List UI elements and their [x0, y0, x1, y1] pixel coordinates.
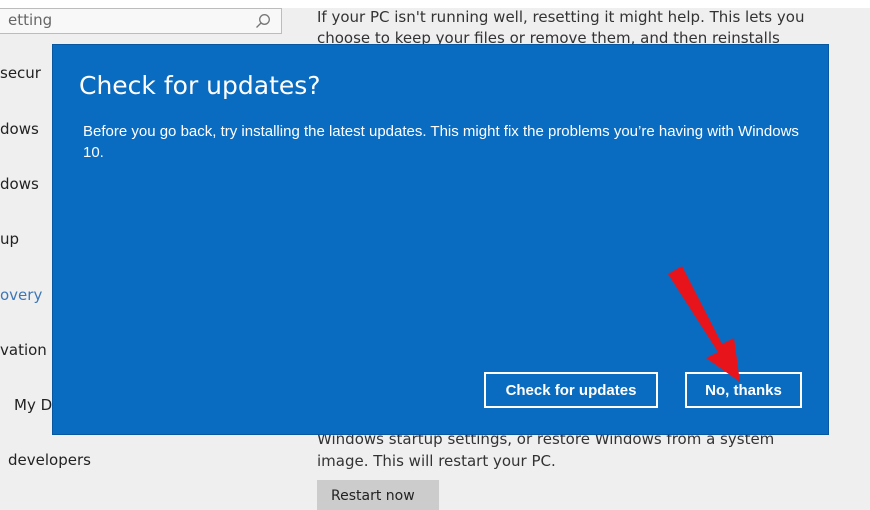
window-top-edge [0, 0, 870, 8]
startup-description-line: image. This will restart your PC. [317, 452, 556, 470]
sidebar-item-label: vation [0, 341, 47, 359]
restart-now-button[interactable]: Restart now [317, 480, 439, 510]
search-icon[interactable] [255, 13, 271, 29]
sidebar-item-label: secur [0, 64, 41, 82]
sidebar-item-label: dows [0, 120, 39, 138]
sidebar-item-label: developers [8, 451, 91, 469]
red-arrow-annotation-icon [668, 266, 740, 382]
sidebar-item-windows-update[interactable]: dows [0, 120, 39, 138]
sidebar-item-backup[interactable]: up [0, 230, 19, 248]
sidebar-item-windows-security[interactable]: secur [0, 64, 41, 82]
check-for-updates-button[interactable]: Check for updates [484, 372, 658, 408]
sidebar-item-activation[interactable]: vation [0, 341, 47, 359]
search-input[interactable]: etting [8, 11, 52, 29]
dialog-title: Check for updates? [79, 71, 321, 100]
dialog-message: Before you go back, try installing the l… [83, 123, 799, 161]
settings-search-box[interactable]: etting [0, 8, 282, 34]
sidebar-item-for-developers[interactable]: developers [8, 451, 91, 469]
sidebar-item-label: overy [0, 286, 43, 304]
sidebar-item-label: up [0, 230, 20, 248]
sidebar-item-label: My D [14, 396, 53, 414]
reset-description-line: If your PC isn't running well, resetting… [317, 8, 805, 26]
sidebar-item-find-my-device[interactable]: My D [14, 396, 52, 414]
sidebar-item-recovery[interactable]: overy [0, 286, 42, 304]
sidebar-item-label: dows [0, 175, 39, 193]
sidebar-item-windows-defender[interactable]: dows [0, 175, 39, 193]
